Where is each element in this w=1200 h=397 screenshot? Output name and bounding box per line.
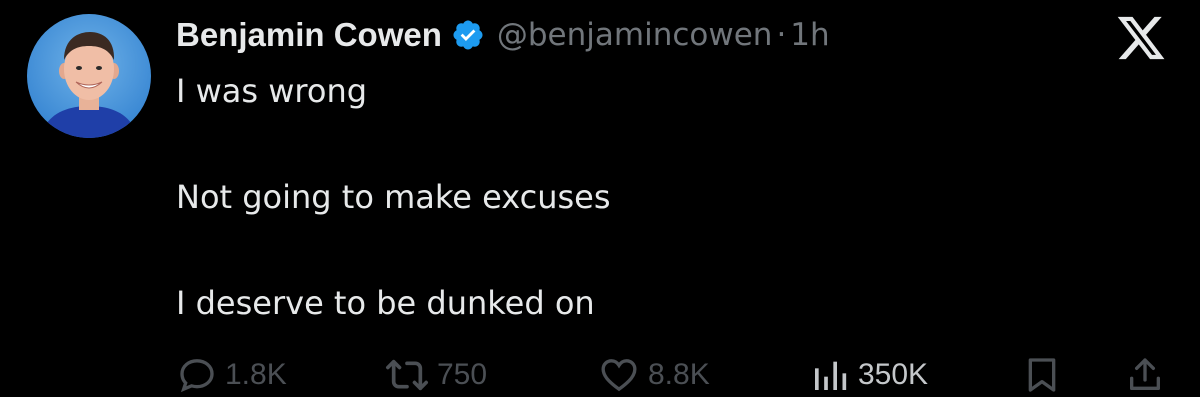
verified-badge-icon xyxy=(451,18,485,52)
like-button[interactable]: 8.8K xyxy=(598,352,710,397)
tweet-actions: 1.8K 750 8.8K 350K xyxy=(0,352,1200,397)
tweet-text-line: Not going to make excuses xyxy=(176,178,611,216)
heart-icon xyxy=(601,358,637,391)
bookmark-icon xyxy=(1028,357,1056,392)
retweet-button[interactable]: 750 xyxy=(385,352,487,397)
like-count: 8.8K xyxy=(648,357,710,391)
author-handle[interactable]: @benjamincowen xyxy=(497,17,773,53)
views-icon xyxy=(815,361,847,390)
bookmark-button[interactable] xyxy=(1022,352,1062,397)
retweet-icon xyxy=(386,359,428,390)
avatar[interactable] xyxy=(27,14,151,138)
views-button[interactable]: 350K xyxy=(810,352,928,397)
author-name[interactable]: Benjamin Cowen xyxy=(176,16,442,54)
avatar-image xyxy=(27,14,151,138)
x-logo-icon[interactable] xyxy=(1114,12,1168,64)
share-button[interactable] xyxy=(1125,352,1165,397)
tweet-text-line: I deserve to be dunked on xyxy=(176,284,595,322)
reply-count: 1.8K xyxy=(225,357,287,391)
tweet-header: Benjamin Cowen @benjamincowen · 1h xyxy=(176,10,830,60)
share-icon xyxy=(1130,357,1160,390)
retweet-count: 750 xyxy=(437,357,488,391)
reply-button[interactable]: 1.8K xyxy=(177,352,287,397)
tweet: Benjamin Cowen @benjamincowen · 1h I was… xyxy=(0,0,1200,397)
views-count: 350K xyxy=(858,357,929,391)
tweet-timestamp[interactable]: 1h xyxy=(790,17,829,53)
separator-dot: · xyxy=(776,17,787,53)
tweet-text-line: I was wrong xyxy=(176,72,368,110)
reply-icon xyxy=(180,358,214,392)
